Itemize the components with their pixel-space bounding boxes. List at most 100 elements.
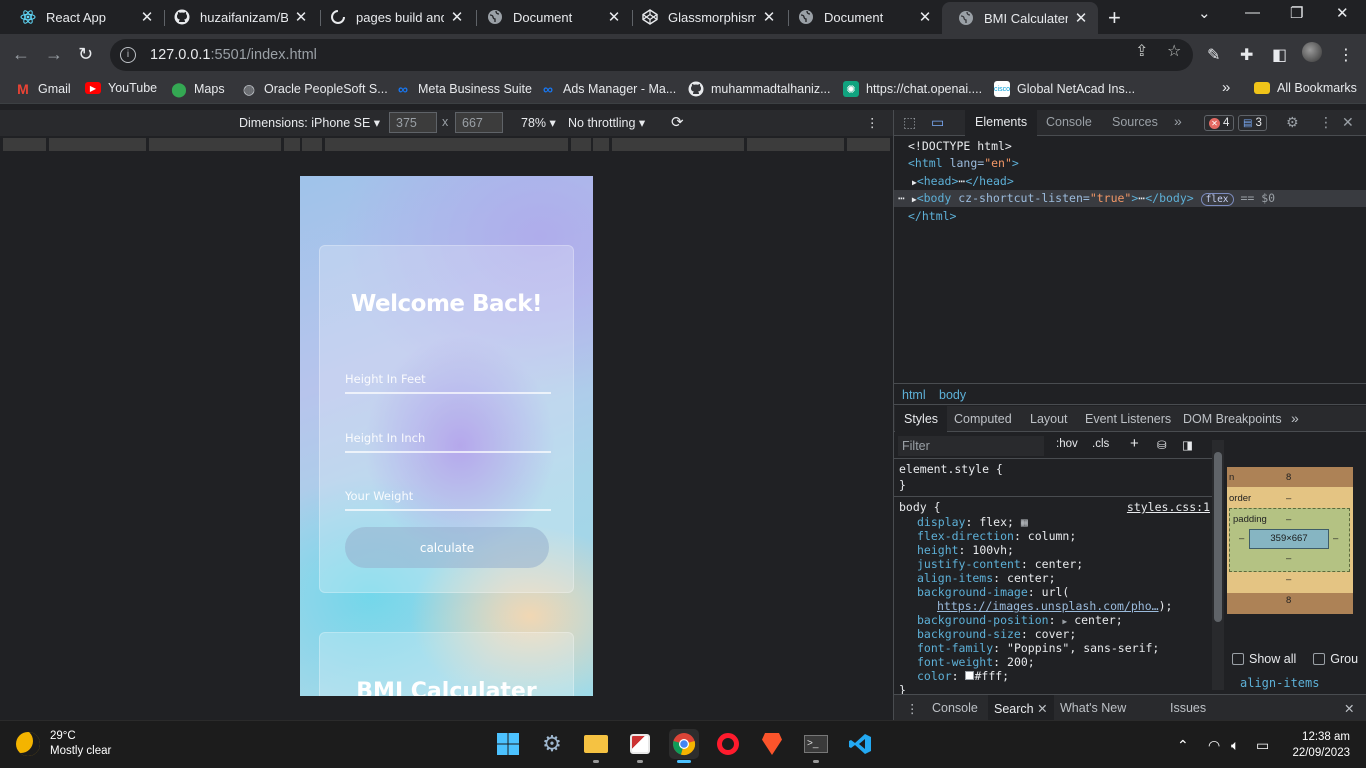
style-declaration[interactable]: justify-content: center;	[917, 557, 1083, 571]
opera-app[interactable]	[713, 729, 743, 759]
bookmark-youtube[interactable]: ▶ YouTube	[85, 81, 157, 95]
tab-computed[interactable]: Computed	[954, 412, 1012, 426]
settings-gear-icon[interactable]: ⚙	[1286, 114, 1299, 131]
height-feet-input[interactable]	[345, 366, 551, 392]
close-tab-icon[interactable]: ✕	[450, 8, 464, 26]
tab-styles[interactable]: Styles	[895, 406, 948, 432]
terminal-app[interactable]: >_	[801, 729, 831, 763]
styles-filter-input[interactable]	[898, 436, 1044, 456]
drawer-tab-search[interactable]: Search ✕	[988, 695, 1054, 721]
bookmark-gmail[interactable]: M Gmail	[15, 81, 71, 97]
close-drawer-icon[interactable]: ✕	[1344, 701, 1354, 716]
rotate-icon[interactable]: ⟳	[671, 113, 684, 131]
flex-badge[interactable]: flex	[1200, 193, 1234, 206]
new-rule-icon[interactable]: +	[1130, 435, 1139, 452]
html-close-node[interactable]: </html>	[908, 208, 956, 226]
tab-glassmorphism[interactable]: Glassmorphism U ✕	[626, 3, 786, 31]
share-icon[interactable]: ⇪	[1135, 41, 1148, 61]
tab-pages-build[interactable]: pages build and d ✕	[314, 3, 474, 31]
cls-toggle[interactable]: .cls	[1092, 438, 1109, 450]
bookmark-oracle[interactable]: ◍ Oracle PeopleSoft S...	[241, 81, 388, 97]
inspect-element-icon[interactable]: ⬚	[903, 114, 916, 131]
tab-sources[interactable]: Sources	[1112, 115, 1158, 129]
wifi-icon[interactable]: ◠	[1208, 737, 1220, 754]
bookmark-chatgpt[interactable]: ✺ https://chat.openai....	[843, 81, 982, 97]
vscode-app[interactable]	[845, 729, 875, 759]
zoom-select[interactable]: 78% ▾	[521, 115, 556, 130]
site-info-icon[interactable]: i	[120, 47, 136, 63]
tab-console[interactable]: Console	[1046, 115, 1092, 129]
tab-document-2[interactable]: Document ✕	[782, 3, 942, 31]
back-button[interactable]: ←	[12, 44, 30, 65]
device-toggle-icon[interactable]: ▭	[931, 114, 944, 131]
start-button[interactable]	[493, 729, 523, 759]
more-subtabs-button[interactable]: »	[1291, 410, 1299, 426]
brave-app[interactable]	[757, 729, 787, 759]
url-text[interactable]: 127.0.0.1:5501/index.html	[150, 47, 317, 63]
volume-icon[interactable]: 🔈︎	[1231, 737, 1239, 754]
more-tabs-button[interactable]: »	[1174, 113, 1182, 129]
style-declaration[interactable]: color: #fff;	[917, 669, 1009, 683]
viewport-width-input[interactable]	[389, 112, 437, 133]
box-model-content[interactable]: 359×667	[1249, 529, 1329, 549]
bookmark-netacad[interactable]: cisco Global NetAcad Ins...	[994, 81, 1135, 97]
style-declaration[interactable]: background-image: url(	[917, 585, 1069, 599]
computed-sidebar-icon[interactable]: ◨	[1182, 438, 1193, 452]
rule-source-link[interactable]: styles.css:1	[1127, 500, 1210, 514]
doctype-node[interactable]: <!DOCTYPE html>	[908, 138, 1012, 156]
close-tab-icon[interactable]: ✕	[918, 8, 932, 26]
system-clock[interactable]: 12:38 am 22/09/2023	[1292, 729, 1350, 761]
weight-field[interactable]	[345, 483, 551, 511]
style-declaration[interactable]: align-items: center;	[917, 571, 1056, 585]
expand-triangle-icon[interactable]: ▶	[1062, 617, 1067, 626]
chrome-app[interactable]	[669, 729, 699, 763]
drawer-tab-console[interactable]: Console	[932, 701, 978, 715]
style-declaration[interactable]: flex-direction: column;	[917, 529, 1076, 543]
checkbox-icon[interactable]	[1232, 653, 1244, 665]
address-bar[interactable]: i 127.0.0.1:5501/index.html	[110, 39, 1193, 71]
styles-scrollbar[interactable]	[1212, 440, 1224, 690]
style-declaration[interactable]: height: 100vh;	[917, 543, 1014, 557]
close-tab-icon[interactable]: ✕	[294, 8, 308, 26]
more-bookmarks-button[interactable]: »	[1222, 79, 1230, 96]
viewport-height-input[interactable]	[455, 112, 503, 133]
paint-bucket-icon[interactable]: ⛁	[1157, 438, 1167, 452]
tab-react-app[interactable]: React App ✕	[4, 3, 164, 31]
messages-badge[interactable]: ▤ 3	[1238, 115, 1267, 131]
checkbox-icon[interactable]	[1313, 653, 1326, 665]
file-explorer-app[interactable]	[581, 729, 611, 763]
height-feet-field[interactable]	[345, 366, 551, 394]
tab-bmi-calculater[interactable]: BMI Calculater Ap ✕	[942, 2, 1098, 34]
style-declaration[interactable]: background-size: cover;	[917, 627, 1076, 641]
errors-badge[interactable]: ✕ 4	[1204, 115, 1235, 131]
html-node[interactable]: <html lang="en">	[908, 155, 1019, 173]
restore-button[interactable]: ❐	[1290, 4, 1303, 22]
device-select[interactable]: Dimensions: iPhone SE ▾	[239, 115, 380, 130]
bookmark-github[interactable]: muhammadtalhaniz...	[688, 81, 831, 97]
close-tab-icon[interactable]: ✕	[1074, 9, 1088, 27]
style-declaration[interactable]: font-weight: 200;	[917, 655, 1035, 669]
tab-layout[interactable]: Layout	[1030, 412, 1068, 426]
tab-search-icon[interactable]: ⌄	[1198, 4, 1211, 22]
weather-widget[interactable]: 29°C Mostly clear	[16, 729, 111, 759]
reload-button[interactable]: ↻	[78, 44, 93, 65]
avatar[interactable]	[1302, 42, 1322, 67]
drawer-menu-icon[interactable]: ⋮	[906, 701, 919, 716]
side-panel-icon[interactable]: ◧	[1272, 45, 1287, 65]
style-declaration[interactable]: font-family: "Poppins", sans-serif;	[917, 641, 1159, 655]
show-all-checkbox[interactable]: Show all Grou	[1232, 652, 1358, 666]
snipping-tool-app[interactable]	[625, 729, 655, 763]
device-menu-icon[interactable]: ⋮	[866, 115, 879, 130]
height-inch-input[interactable]	[345, 425, 551, 451]
extensions-icon[interactable]: ✚	[1240, 45, 1253, 65]
computed-property-name[interactable]: align-items	[1240, 676, 1319, 690]
menu-icon[interactable]: ⋮	[1338, 45, 1354, 65]
forward-button[interactable]: →	[45, 44, 63, 65]
style-declaration[interactable]: display: flex; ▦	[917, 515, 1028, 529]
tab-github-birt[interactable]: huzaifanizam/Birt ✕	[158, 3, 318, 31]
all-bookmarks-button[interactable]: All Bookmarks	[1254, 81, 1357, 95]
tab-dom-breakpoints[interactable]: DOM Breakpoints	[1183, 412, 1282, 426]
height-inch-field[interactable]	[345, 425, 551, 453]
body-rule-selector[interactable]: body {	[899, 500, 941, 514]
weight-input[interactable]	[345, 483, 551, 509]
